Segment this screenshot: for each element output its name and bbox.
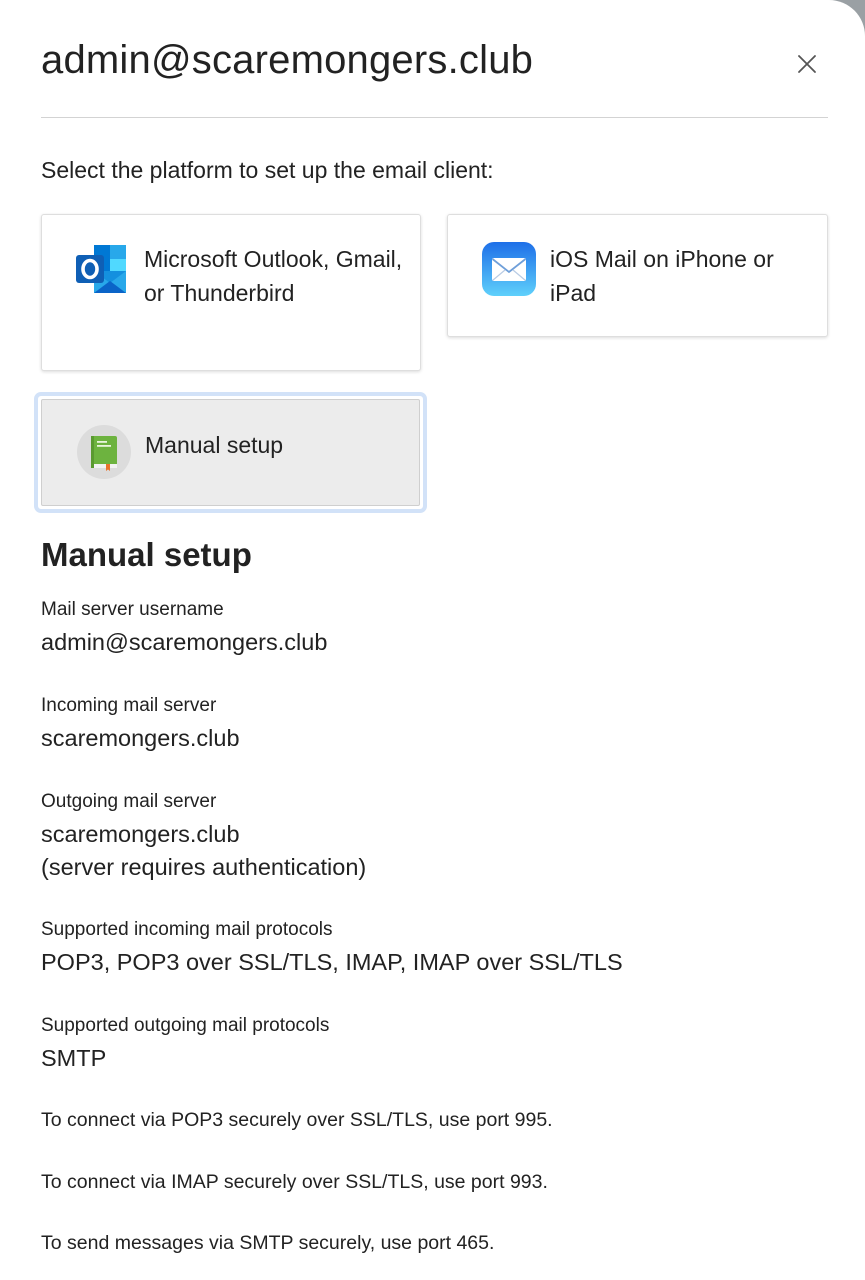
field-label: Mail server username — [41, 599, 224, 620]
platform-card-ios-mail[interactable]: iOS Mail on iPhone or iPad — [447, 214, 828, 337]
close-icon — [798, 55, 816, 73]
close-button[interactable] — [788, 45, 826, 83]
title-divider — [41, 117, 828, 118]
platform-card-outlook[interactable]: Microsoft Outlook, Gmail, or Thunderbird — [41, 214, 421, 371]
field-value: scaremongers.club — [41, 821, 240, 847]
platform-card-manual-setup[interactable]: Manual setup — [34, 392, 427, 513]
port-info-smtp: To send messages via SMTP securely, use … — [41, 1232, 495, 1254]
field-mail-server-username: Mail server username admin@scaremongers.… — [41, 598, 821, 659]
platform-prompt: Select the platform to set up the email … — [41, 157, 494, 183]
field-outgoing-protocols: Supported outgoing mail protocols SMTP — [41, 1014, 821, 1075]
platform-label-manual-setup: Manual setup — [145, 432, 284, 458]
field-outgoing-mail-server: Outgoing mail server scaremongers.club (… — [41, 790, 821, 884]
outlook-icon — [76, 245, 126, 293]
ios-mail-icon — [482, 242, 536, 296]
field-note: (server requires authentication) — [41, 854, 367, 880]
field-value: SMTP — [41, 1045, 107, 1071]
port-info-pop3: To connect via POP3 securely over SSL/TL… — [41, 1109, 553, 1131]
field-incoming-protocols: Supported incoming mail protocols POP3, … — [41, 918, 821, 979]
section-heading-manual-setup: Manual setup — [41, 536, 252, 573]
manual-setup-card-body: Manual setup — [41, 399, 420, 506]
field-incoming-mail-server: Incoming mail server scaremongers.club — [41, 694, 821, 755]
port-info-imap: To connect via IMAP securely over SSL/TL… — [41, 1171, 548, 1193]
dialog-title: admin@scaremongers.club — [41, 38, 534, 82]
platform-label-outlook: Microsoft Outlook, Gmail, or Thunderbird — [144, 246, 403, 306]
field-value: POP3, POP3 over SSL/TLS, IMAP, IMAP over… — [41, 949, 623, 975]
field-value: admin@scaremongers.club — [41, 629, 328, 655]
field-label: Incoming mail server — [41, 695, 217, 716]
platform-label-ios-mail: iOS Mail on iPhone or iPad — [550, 246, 774, 306]
book-icon — [77, 425, 131, 479]
field-value: scaremongers.club — [41, 725, 240, 751]
field-label: Supported incoming mail protocols — [41, 919, 333, 940]
field-label: Supported outgoing mail protocols — [41, 1015, 330, 1036]
setup-dialog: admin@scaremongers.club Select the platf… — [0, 0, 865, 1280]
field-label: Outgoing mail server — [41, 791, 217, 812]
